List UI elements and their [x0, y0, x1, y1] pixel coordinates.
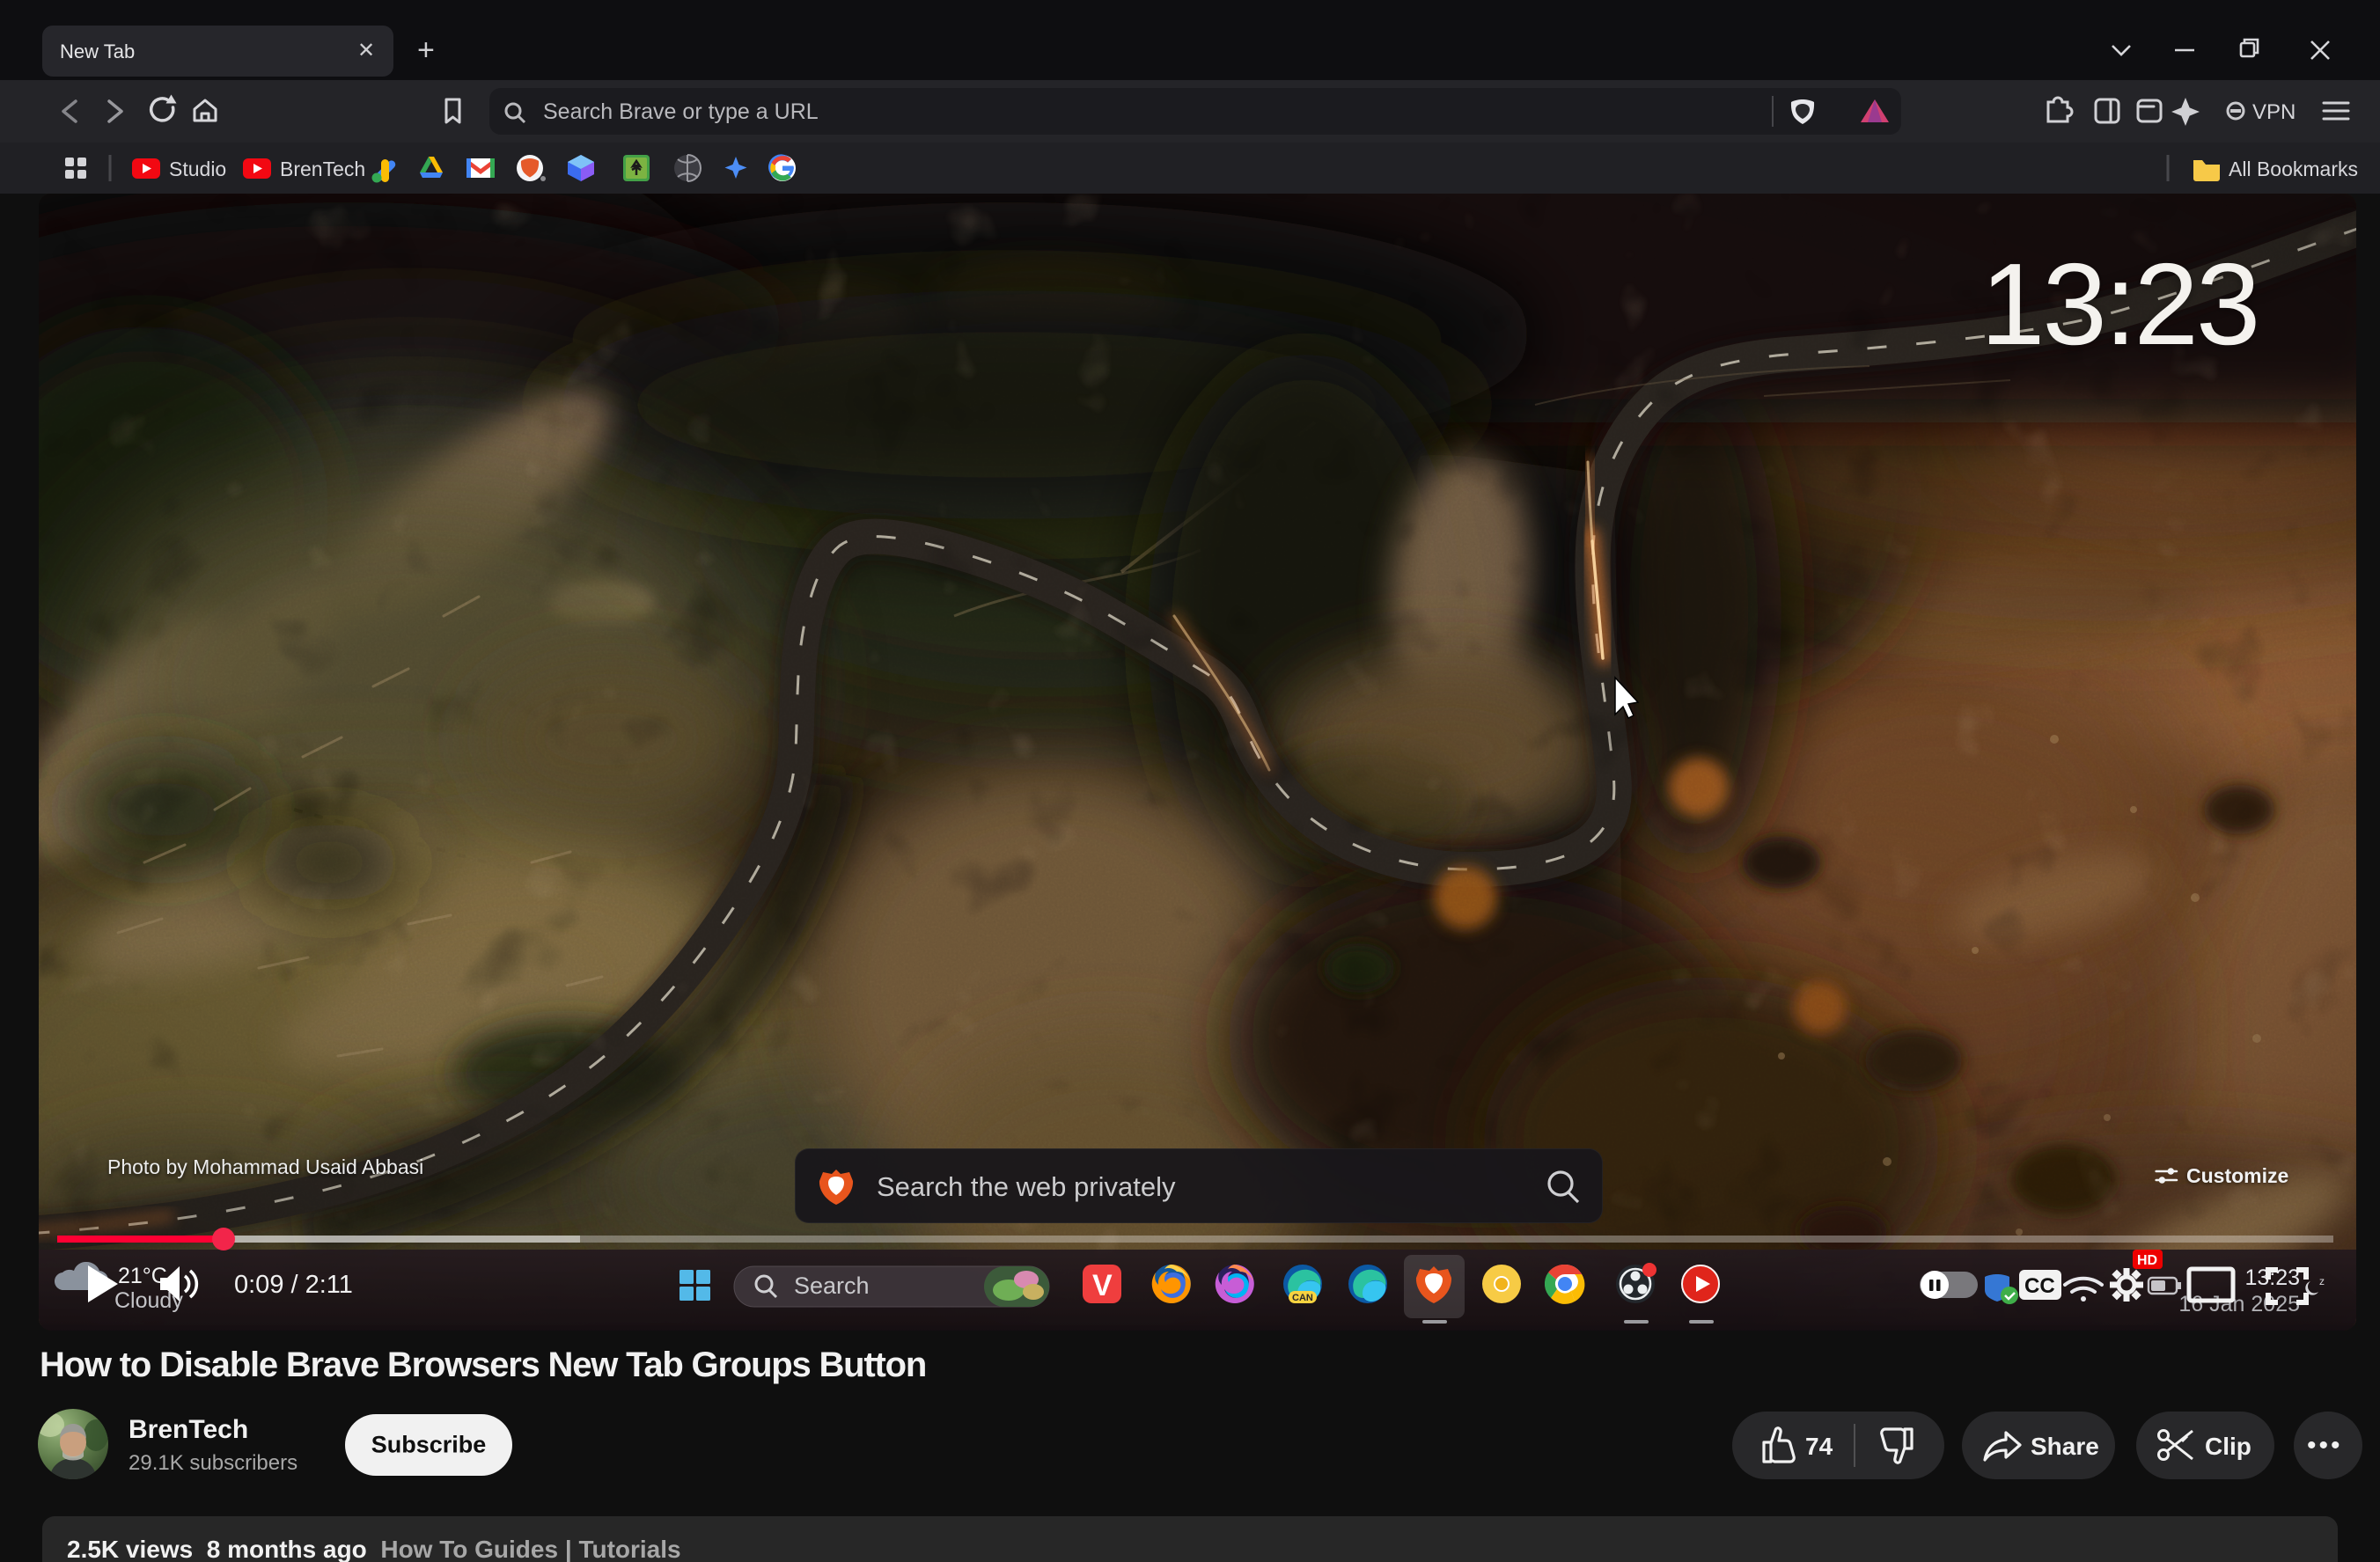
- svg-text:BrenTech: BrenTech: [280, 158, 365, 180]
- svg-text:16 Jan 2025: 16 Jan 2025: [2178, 1292, 2300, 1316]
- svg-text:Search: Search: [794, 1272, 870, 1299]
- svg-text:CAN: CAN: [1292, 1293, 1313, 1303]
- svg-text:21°C: 21°C: [118, 1264, 167, 1288]
- svg-text:V: V: [1092, 1269, 1113, 1302]
- svg-text:VPN: VPN: [2252, 100, 2296, 124]
- svg-text:Studio: Studio: [169, 158, 226, 180]
- svg-text:0:09 / 2:11: 0:09 / 2:11: [234, 1271, 353, 1299]
- svg-text:Search Brave or type a URL: Search Brave or type a URL: [543, 99, 819, 124]
- svg-text:z: z: [2319, 1275, 2325, 1287]
- svg-text:All Bookmarks: All Bookmarks: [2229, 158, 2358, 180]
- svg-text:HD: HD: [2137, 1253, 2157, 1268]
- svg-text:CC: CC: [2024, 1274, 2055, 1298]
- svg-text:74: 74: [1805, 1433, 1833, 1460]
